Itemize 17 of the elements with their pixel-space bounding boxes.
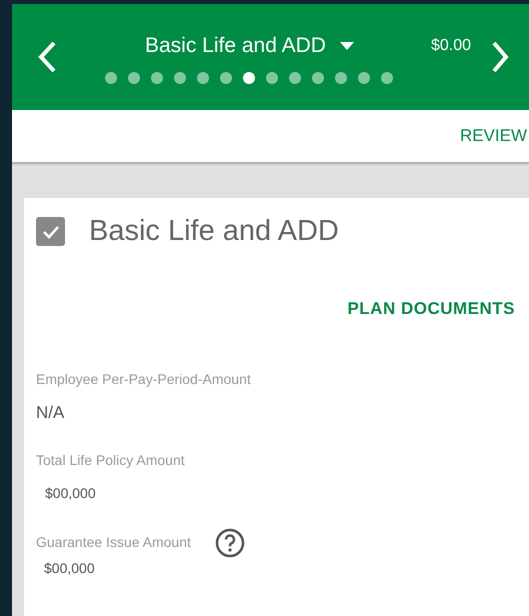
chevron-left-icon — [37, 40, 57, 74]
field-value: $00,000 — [43, 558, 96, 578]
plan-checkbox[interactable] — [36, 217, 65, 246]
help-icon[interactable] — [214, 528, 245, 558]
plan-title: Basic Life and ADD — [89, 214, 339, 249]
caret-icon — [340, 42, 354, 50]
plan-documents-link[interactable]: PLAN DOCUMENTS — [347, 296, 515, 321]
chevron-right-icon — [491, 40, 509, 74]
plan-dropdown[interactable]: Basic Life and ADD — [145, 30, 354, 62]
review-link[interactable]: REVIEW — [460, 123, 529, 149]
field-label: Guarantee Issue Amount — [36, 533, 191, 552]
field-label: Employee Per-Pay-Period-Amount — [36, 370, 251, 389]
total-amount: $0.00 — [430, 36, 471, 56]
field-label: Total Life Policy Amount — [36, 450, 185, 470]
field-value: $00,000 — [44, 484, 97, 502]
field-value: N/A — [36, 402, 66, 424]
checkmark-icon — [42, 224, 60, 239]
